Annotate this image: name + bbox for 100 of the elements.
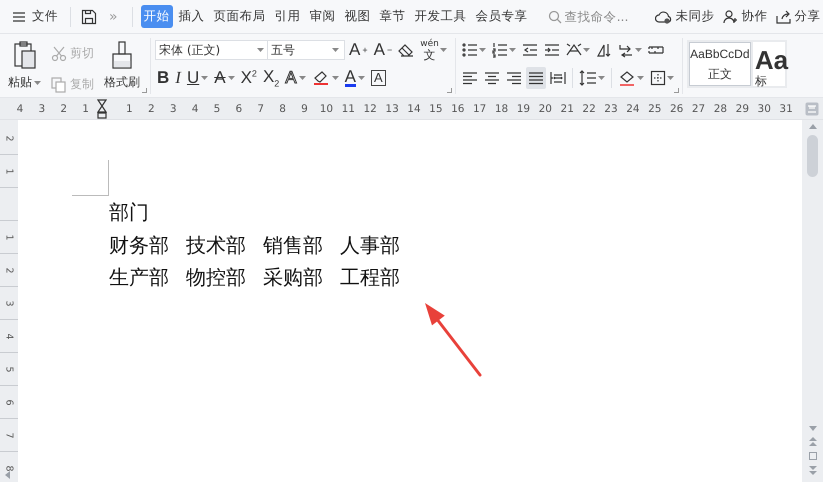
grow-font-button[interactable]: A$^{+}$	[347, 39, 370, 61]
ruler-number: 3	[4, 300, 14, 306]
phonetic-guide-button[interactable]: wén 文	[418, 39, 449, 61]
ruler-number: 1	[4, 234, 14, 240]
outdent-icon	[522, 42, 538, 58]
format-painter-button[interactable]: 格式刷	[100, 38, 144, 94]
ruler-number: 15	[428, 102, 444, 114]
ribbon-tab[interactable]: 审阅	[306, 5, 339, 28]
ruler-number: 7	[256, 102, 266, 114]
font-color-button[interactable]: A	[342, 67, 367, 89]
ruler-number: 6	[234, 102, 244, 114]
ruler-number: 1	[4, 168, 14, 174]
script-button[interactable]: X$^{2}$	[238, 67, 259, 89]
next-page-icon	[808, 466, 816, 475]
numbered-list-icon	[492, 42, 508, 58]
ruler-number: 9	[300, 102, 309, 114]
caret-icon	[257, 48, 264, 52]
bullet-list-icon	[462, 42, 478, 58]
bold-button[interactable]: B	[155, 67, 172, 89]
caret-icon	[508, 48, 516, 52]
ruler-number: 24	[625, 102, 641, 114]
search-icon	[548, 10, 562, 24]
ruler-number: 28	[712, 102, 728, 114]
ribbon-tab[interactable]: 会员专享	[472, 5, 531, 28]
ruler-number: 26	[668, 102, 684, 114]
underline-button[interactable]: U	[184, 67, 210, 89]
eraser-icon	[398, 43, 414, 57]
ruler-number: 5	[212, 102, 222, 114]
ruler-number: 7	[4, 432, 14, 438]
font-name-dropdown[interactable]: 宋体 (正文)	[155, 40, 270, 60]
search-field[interactable]: 查找命令...	[564, 9, 655, 24]
ribbon-tab[interactable]: 引用	[272, 5, 304, 28]
sort-icon	[596, 42, 612, 58]
italic-button[interactable]: I	[173, 67, 183, 89]
ruler-number: 12	[362, 102, 378, 114]
browse-object-icon	[808, 452, 816, 460]
collaborate-button[interactable]: 协作	[722, 8, 768, 25]
ruler-number: 8	[4, 464, 14, 472]
ruler-number: 11	[340, 102, 356, 114]
ruler-number: 2	[146, 102, 156, 114]
ruler-number: 25	[647, 102, 662, 114]
ruler-number: 13	[384, 102, 400, 114]
caret-icon	[358, 76, 365, 80]
share-icon	[776, 10, 792, 24]
sync-status-button[interactable]: 未同步	[654, 8, 715, 25]
style-preset[interactable]: AaBbCcDd 正文	[688, 42, 751, 86]
share-button[interactable]: 分享	[776, 8, 821, 25]
ribbon-tab[interactable]: 章节	[376, 5, 409, 28]
ruler-number: 16	[450, 102, 466, 114]
caret-icon	[332, 76, 339, 80]
ribbon-tab[interactable]: 视图	[342, 5, 374, 28]
font-size-dropdown[interactable]: 五号	[267, 40, 345, 60]
indent-icon	[544, 42, 560, 58]
ruler-number: 20	[538, 102, 553, 114]
ruler-number: 4	[4, 332, 14, 340]
char-border-button[interactable]: A	[368, 67, 388, 89]
cloud-icon	[654, 10, 673, 24]
margin-corner-mark	[72, 160, 109, 196]
caret-icon	[478, 48, 486, 52]
caret-icon	[582, 48, 590, 52]
caret-icon	[598, 76, 605, 80]
scrollbar-thumb[interactable]	[807, 135, 818, 177]
script-button[interactable]: X$_{2}$	[260, 67, 282, 89]
scroll-left-icon	[5, 471, 10, 479]
ribbon-tab[interactable]: 页面布局	[210, 5, 269, 28]
caret-icon	[634, 48, 642, 52]
caret-icon	[201, 76, 208, 80]
ruler-number: 29	[734, 102, 750, 114]
document-paragraph: 部门	[109, 201, 150, 226]
line-spacing-icon	[578, 70, 597, 86]
save-icon	[81, 8, 97, 24]
caret-icon	[332, 48, 339, 52]
ruler-number: 18	[494, 102, 510, 114]
align-right-icon	[506, 70, 522, 86]
copy-icon	[51, 76, 67, 92]
ribbon-tab[interactable]: 开发工具	[412, 5, 470, 28]
shrink-font-button[interactable]: A$^{−}$	[372, 39, 394, 61]
previous-page-icon	[808, 437, 816, 446]
ruler-number: 8	[278, 102, 287, 114]
scissors-icon	[51, 46, 67, 62]
ruler-number: 10	[318, 102, 334, 114]
document-paragraph: 财务部 技术部 销售部 人事部	[109, 234, 401, 258]
ruler-number: 4	[16, 102, 24, 114]
ruler-number: 5	[4, 366, 14, 372]
ruler-number: 22	[581, 102, 597, 114]
effect-button[interactable]: A	[283, 67, 308, 89]
ruler-number: 21	[560, 102, 575, 114]
caret-icon	[440, 48, 447, 52]
ruler-number: 2	[4, 266, 14, 274]
ribbon-tab[interactable]: 插入	[176, 5, 208, 28]
ruler-number: 2	[59, 102, 68, 114]
justify-button[interactable]	[526, 67, 546, 89]
paste-button[interactable]: 粘贴	[4, 38, 45, 94]
scroll-up-icon	[808, 124, 816, 129]
strike-button[interactable]: A	[212, 67, 237, 89]
ruler-number: 27	[690, 102, 706, 114]
file-menu[interactable]: 文件	[8, 5, 62, 28]
caret-icon	[636, 76, 644, 80]
ruler-toggle-icon	[805, 102, 819, 116]
ruler-number: 6	[4, 398, 14, 406]
